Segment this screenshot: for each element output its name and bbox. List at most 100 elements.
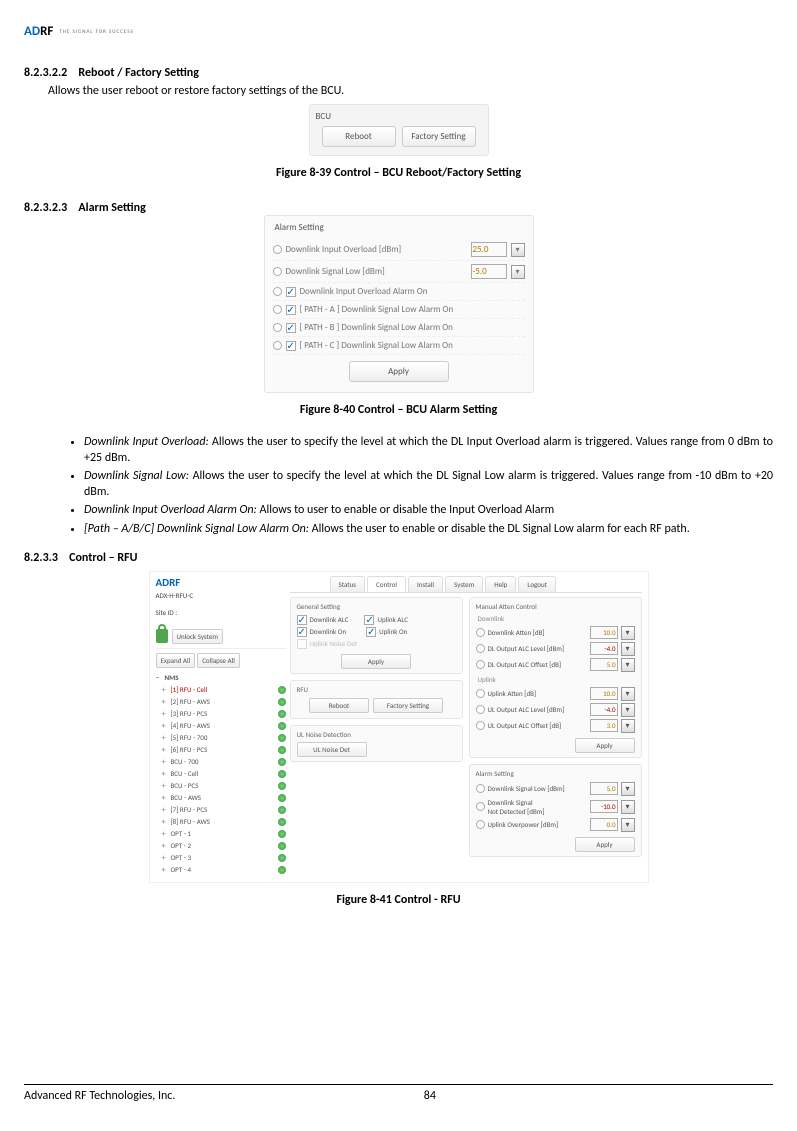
radio-icon[interactable] — [273, 267, 282, 276]
tab-control[interactable]: Control — [367, 576, 406, 592]
plus-icon[interactable]: + — [162, 733, 168, 743]
chevron-down-icon[interactable]: ▾ — [621, 658, 635, 672]
checkbox[interactable]: ✓ — [286, 305, 296, 315]
radio-icon[interactable] — [273, 245, 282, 254]
checkbox[interactable]: ✓ — [286, 341, 296, 351]
chevron-down-icon[interactable]: ▾ — [621, 782, 635, 796]
tree-nms[interactable]: NMS — [165, 673, 179, 682]
radio-icon[interactable] — [476, 820, 485, 829]
plus-icon[interactable]: + — [162, 685, 168, 695]
chevron-down-icon[interactable]: ▾ — [621, 626, 635, 640]
expand-all-button[interactable]: Expand All — [156, 653, 196, 668]
radio-icon[interactable] — [273, 305, 282, 314]
checkbox[interactable]: ✓ — [297, 615, 307, 625]
plus-icon[interactable]: + — [162, 829, 168, 839]
tree-item[interactable]: +[4] RFU - AWS — [156, 720, 286, 732]
plus-icon[interactable]: + — [162, 841, 168, 851]
radio-icon[interactable] — [476, 705, 485, 714]
plus-icon[interactable]: + — [162, 769, 168, 779]
tree-item[interactable]: +[1] RFU - Cell — [156, 684, 286, 696]
radio-icon[interactable] — [476, 628, 485, 637]
tree-item[interactable]: +[8] RFU - AWS — [156, 816, 286, 828]
checkbox[interactable]: ✓ — [286, 287, 296, 297]
reboot-button[interactable]: Reboot — [322, 126, 396, 147]
tree-item-label: [3] RFU - PCS — [171, 709, 208, 718]
dl-alc-level-value[interactable]: -4.0 — [590, 642, 618, 655]
tree-item[interactable]: +[6] RFU - PCS — [156, 744, 286, 756]
radio-icon[interactable] — [476, 660, 485, 669]
chevron-down-icon[interactable]: ▾ — [621, 818, 635, 832]
apply-button[interactable]: Apply — [349, 361, 449, 382]
radio-icon[interactable] — [273, 287, 282, 296]
sig-low-value[interactable]: 5.0 — [590, 782, 618, 795]
plus-icon[interactable]: + — [162, 805, 168, 815]
ul-att-value[interactable]: 10.0 — [590, 687, 618, 700]
radio-icon[interactable] — [476, 802, 485, 811]
plus-icon[interactable]: + — [162, 721, 168, 731]
plus-icon[interactable]: + — [162, 865, 168, 875]
ul-alc-level-value[interactable]: -4.0 — [590, 703, 618, 716]
tab-logout[interactable]: Logout — [518, 576, 556, 592]
tree-item[interactable]: +OPT - 1 — [156, 828, 286, 840]
radio-icon[interactable] — [476, 644, 485, 653]
tree-item[interactable]: +OPT - 2 — [156, 840, 286, 852]
tab-install[interactable]: Install — [408, 576, 443, 592]
apply-button[interactable]: Apply — [341, 654, 411, 669]
unlock-system-button[interactable]: Unlock System — [172, 629, 223, 644]
chevron-down-icon[interactable]: ▾ — [621, 687, 635, 701]
plus-icon[interactable]: + — [162, 757, 168, 767]
ul-alc-offset-value[interactable]: 3.0 — [590, 719, 618, 732]
tab-help[interactable]: Help — [485, 576, 516, 592]
chevron-down-icon[interactable]: ▾ — [621, 800, 635, 814]
plus-icon[interactable]: + — [162, 745, 168, 755]
radio-icon[interactable] — [476, 784, 485, 793]
chevron-down-icon[interactable]: ▾ — [621, 719, 635, 733]
radio-icon[interactable] — [273, 323, 282, 332]
collapse-all-button[interactable]: Collapse All — [197, 653, 240, 668]
general-setting-panel: General Setting ✓Downlink ALC✓Uplink ALC… — [290, 597, 463, 674]
dl-input-overload-value[interactable]: 25.0 — [471, 242, 507, 257]
radio-icon[interactable] — [273, 341, 282, 350]
dl-signal-low-value[interactable]: -5.0 — [471, 264, 507, 279]
plus-icon[interactable]: + — [162, 697, 168, 707]
plus-icon[interactable]: + — [162, 781, 168, 791]
chevron-down-icon[interactable]: ▾ — [511, 243, 525, 257]
tab-system[interactable]: System — [445, 576, 483, 592]
chevron-down-icon[interactable]: ▾ — [511, 265, 525, 279]
plus-icon[interactable]: + — [162, 817, 168, 827]
tree-item[interactable]: +[5] RFU - 700 — [156, 732, 286, 744]
footer-page-number: 84 — [424, 1089, 436, 1103]
tree-item[interactable]: +[7] RFU - PCS — [156, 804, 286, 816]
factory-setting-button[interactable]: Factory Setting — [402, 126, 476, 147]
tree-item[interactable]: +OPT - 4 — [156, 864, 286, 876]
dl-att-value[interactable]: 10.0 — [590, 626, 618, 639]
apply-button[interactable]: Apply — [575, 837, 635, 852]
tree-item[interactable]: +BCU - 700 — [156, 756, 286, 768]
not-det-value[interactable]: -10.0 — [590, 800, 618, 813]
radio-icon[interactable] — [476, 689, 485, 698]
chevron-down-icon[interactable]: ▾ — [621, 642, 635, 656]
tree-item[interactable]: +[3] RFU - PCS — [156, 708, 286, 720]
tree-item[interactable]: +[2] RFU - AWS — [156, 696, 286, 708]
ul-ov-value[interactable]: 0.0 — [590, 818, 618, 831]
apply-button[interactable]: Apply — [575, 738, 635, 753]
tab-status[interactable]: Status — [330, 576, 366, 592]
tree-item[interactable]: +BCU - PCS — [156, 780, 286, 792]
checkbox[interactable]: ✓ — [366, 627, 376, 637]
plus-icon[interactable]: + — [162, 709, 168, 719]
tree-item[interactable]: +BCU - Cell — [156, 768, 286, 780]
checkbox[interactable]: ✓ — [286, 323, 296, 333]
reboot-button[interactable]: Reboot — [309, 698, 369, 713]
ul-noise-det-button[interactable]: UL Noise Det — [297, 742, 367, 757]
downlink-sub: Downlink — [478, 614, 635, 623]
chevron-down-icon[interactable]: ▾ — [621, 703, 635, 717]
plus-icon[interactable]: + — [162, 853, 168, 863]
factory-setting-button[interactable]: Factory Setting — [373, 698, 443, 713]
tree-item[interactable]: +BCU - AWS — [156, 792, 286, 804]
plus-icon[interactable]: + — [162, 793, 168, 803]
checkbox[interactable]: ✓ — [297, 627, 307, 637]
checkbox[interactable]: ✓ — [364, 615, 374, 625]
tree-item[interactable]: +OPT - 3 — [156, 852, 286, 864]
dl-alc-offset-value[interactable]: 5.0 — [590, 658, 618, 671]
radio-icon[interactable] — [476, 721, 485, 730]
